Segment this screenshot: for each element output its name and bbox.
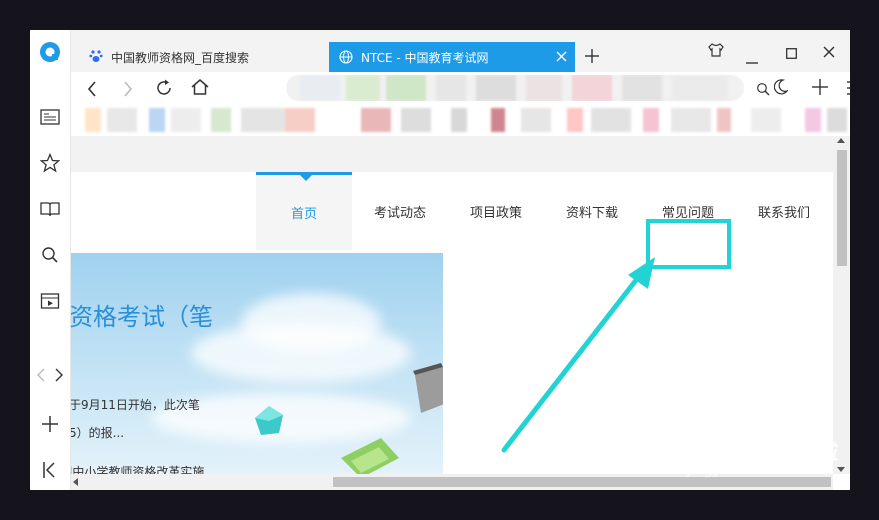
vertical-scroll-thumb[interactable] bbox=[837, 150, 847, 266]
tab-close-icon[interactable] bbox=[556, 51, 567, 65]
address-bar[interactable] bbox=[286, 75, 744, 101]
forward-icon[interactable] bbox=[123, 80, 133, 102]
maximize-icon[interactable] bbox=[786, 44, 797, 63]
nav-policy[interactable]: 项目政策 bbox=[448, 172, 544, 250]
browser-logo-icon[interactable] bbox=[38, 40, 62, 64]
tab-title: 中国教师资格网_百度搜索 bbox=[111, 50, 250, 65]
paw-icon bbox=[89, 49, 105, 65]
reader-icon[interactable] bbox=[38, 105, 62, 129]
nav-contact[interactable]: 联系我们 bbox=[736, 172, 832, 250]
add-icon[interactable] bbox=[38, 412, 62, 436]
back-arrow-icon[interactable] bbox=[32, 363, 50, 387]
home-icon[interactable] bbox=[190, 78, 210, 100]
vertical-scrollbar[interactable] bbox=[833, 136, 850, 474]
scroll-up-icon[interactable] bbox=[837, 138, 845, 143]
hero-text-line: 于9月11日开始，此次笔 bbox=[71, 398, 200, 412]
favorites-star-icon[interactable] bbox=[38, 151, 62, 175]
close-window-icon[interactable] bbox=[823, 43, 835, 62]
night-mode-icon[interactable] bbox=[773, 79, 789, 99]
bookmark-strip[interactable] bbox=[71, 104, 850, 136]
tab-bar: 中国教师资格网_百度搜索 NTCE - 中国教育考试网 bbox=[71, 30, 850, 72]
nav-downloads[interactable]: 资料下载 bbox=[544, 172, 640, 250]
search-icon[interactable] bbox=[38, 243, 62, 267]
watermark-url: jingyan.baidu.com bbox=[687, 462, 817, 478]
site-top-strip bbox=[71, 136, 833, 172]
nav-label: 常见问题 bbox=[661, 205, 714, 221]
cube-graphic-icon bbox=[255, 406, 283, 435]
left-sidebar bbox=[30, 30, 71, 490]
new-tab-icon[interactable] bbox=[585, 48, 599, 67]
nav-label: 项目政策 bbox=[469, 205, 522, 221]
globe-icon bbox=[339, 50, 353, 64]
refresh-icon[interactable] bbox=[155, 79, 173, 101]
forward-arrow-icon[interactable] bbox=[50, 363, 68, 387]
minimize-icon[interactable] bbox=[746, 49, 758, 68]
scroll-left-icon[interactable] bbox=[73, 478, 78, 486]
green-block-graphic-icon bbox=[341, 438, 399, 474]
tab-title: NTCE - 中国教育考试网 bbox=[361, 50, 489, 65]
book-icon[interactable] bbox=[38, 197, 62, 221]
navigation-bar bbox=[71, 72, 850, 104]
active-indicator bbox=[300, 175, 312, 181]
scroll-down-icon[interactable] bbox=[837, 467, 845, 472]
clapboard-graphic-icon bbox=[413, 363, 443, 413]
hero-text-line: 5）的报... bbox=[71, 426, 125, 440]
back-icon[interactable] bbox=[87, 80, 97, 102]
nav-label: 首页 bbox=[290, 207, 317, 222]
web-content: 首页 考试动态 项目政策 资料下载 常见问题 联系我们 资格考试（笔 于9月11… bbox=[71, 136, 833, 474]
hero-text-line: l中小学教师资格改革实施 bbox=[71, 465, 205, 474]
nav-label: 联系我们 bbox=[757, 205, 810, 221]
nav-exam-news[interactable]: 考试动态 bbox=[352, 172, 448, 250]
hero-banner[interactable]: 资格考试（笔 于9月11日开始，此次笔 5）的报... l中小学教师资格改革实施 bbox=[71, 253, 443, 474]
video-icon[interactable] bbox=[38, 289, 62, 313]
nav-home[interactable]: 首页 bbox=[256, 172, 352, 250]
annotation-arrow-icon bbox=[501, 257, 655, 453]
bookmarks-bar bbox=[71, 104, 850, 136]
baidu-jingyan-watermark: Bai du 经验 jingyan.baidu.com bbox=[685, 430, 839, 480]
hero-title: 资格考试（笔 bbox=[71, 303, 213, 331]
browser-window: 中国教师资格网_百度搜索 NTCE - 中国教育考试网 首页 考试动态 项目政策… bbox=[30, 30, 850, 490]
skin-shirt-icon[interactable] bbox=[708, 42, 724, 62]
tab-ntce[interactable]: NTCE - 中国教育考试网 bbox=[329, 42, 575, 72]
add-icon[interactable] bbox=[812, 79, 828, 99]
nav-label: 考试动态 bbox=[373, 205, 426, 221]
collapse-sidebar-icon[interactable] bbox=[38, 458, 62, 482]
nav-label: 资料下载 bbox=[565, 205, 618, 221]
menu-icon[interactable] bbox=[847, 80, 850, 99]
tab-baidu-search[interactable]: 中国教师资格网_百度搜索 bbox=[81, 42, 327, 72]
search-icon[interactable] bbox=[756, 81, 770, 100]
